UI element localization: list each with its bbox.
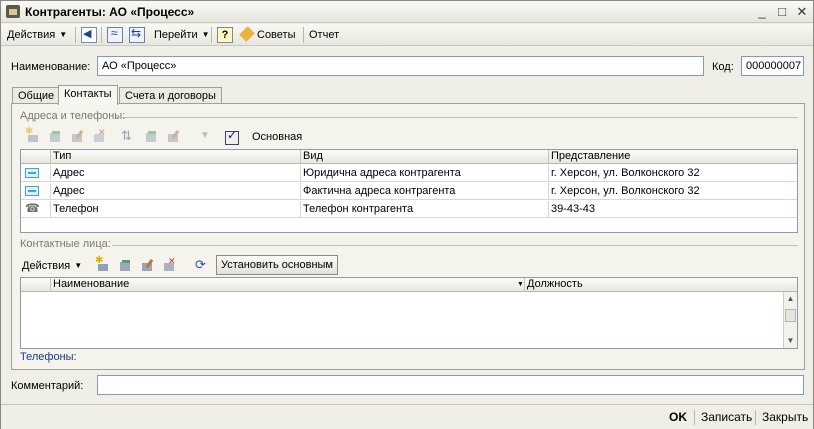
bottom-divider: [694, 410, 695, 425]
chevron-down-icon: ▼: [74, 261, 83, 271]
addresses-group-title: Адреса и телефоны:: [20, 110, 126, 122]
contacts-tab-panel: Адреса и телефоны: Основная Тип Вид Пред…: [11, 103, 805, 370]
chevron-down-icon: ▼: [59, 30, 68, 40]
toolbar-divider: [303, 27, 304, 43]
group-divider: [116, 117, 798, 118]
actions-menu-label: Действия: [7, 29, 56, 41]
table-row[interactable]: Телефон Телефон контрагента 39-43-43: [21, 201, 797, 218]
row-kind: Телефон контрагента: [301, 201, 549, 218]
table-row[interactable]: Адрес Юридична адреса контрагента г. Хер…: [21, 165, 797, 182]
sort-down-icon: ▼: [517, 281, 524, 288]
tab-contacts[interactable]: Контакты: [58, 85, 118, 105]
tips-button[interactable]: Советы: [257, 27, 295, 43]
filter-settings-icon[interactable]: [166, 130, 180, 144]
actions-menu-button[interactable]: Действия ▼: [7, 27, 67, 43]
goto-menu-label: Перейти: [154, 29, 198, 41]
header-position[interactable]: Должность: [525, 278, 785, 292]
header-icon-column: [21, 150, 51, 164]
contacts-group-title: Контактные лица:: [20, 238, 111, 250]
window-icon: [6, 5, 20, 18]
name-field[interactable]: АО «Процесс»: [97, 56, 704, 76]
toolbar: Действия▼ Перейти▼ ? Советы Отчет: [1, 24, 813, 46]
toolbar-divider: [211, 27, 212, 43]
scroll-thumb[interactable]: [785, 309, 796, 322]
tab-general[interactable]: Общие: [12, 87, 61, 104]
header-icon-column: [21, 278, 51, 292]
group-divider: [112, 245, 798, 246]
contacts-table: Наименование ▼ Должность ▲ ▼: [20, 277, 798, 349]
row-icon-cell: [21, 201, 51, 218]
add-row-icon[interactable]: [25, 126, 40, 144]
header-representation[interactable]: Представление: [549, 150, 797, 164]
row-kind: Юридична адреса контрагента: [301, 165, 549, 182]
clear-filter-icon[interactable]: [198, 130, 212, 144]
row-representation: г. Херсон, ул. Волконского 32: [551, 167, 700, 179]
copy-row-icon[interactable]: [48, 130, 62, 144]
contacts-actions-menu-button[interactable]: Действия ▼: [22, 258, 82, 274]
bottom-bar: OK Записать Закрыть: [1, 404, 813, 429]
delete-row-icon[interactable]: [92, 127, 106, 144]
phone-icon: [25, 201, 40, 216]
minimize-button[interactable]: _: [753, 4, 771, 20]
contacts-scrollbar[interactable]: ▲ ▼: [783, 292, 797, 348]
contacts-actions-label: Действия: [22, 260, 71, 272]
phones-label: Телефоны:: [20, 351, 77, 363]
save-button[interactable]: Записать: [701, 410, 752, 424]
addresses-table-header: Тип Вид Представление: [21, 150, 797, 164]
report-button[interactable]: Отчет: [309, 27, 339, 43]
window-title: Контрагенты: АО «Процесс»: [25, 5, 195, 19]
row-icon-cell: [21, 183, 51, 200]
address-icon: [25, 186, 39, 196]
chevron-down-icon: ▼: [201, 30, 210, 40]
delete-contact-icon[interactable]: [162, 256, 176, 273]
code-label: Код:: [712, 61, 734, 73]
close-button[interactable]: Закрыть: [762, 410, 808, 424]
switch-icon[interactable]: [129, 26, 145, 43]
set-main-contact-button[interactable]: Установить основным: [216, 255, 338, 275]
close-window-button[interactable]: ✕: [793, 4, 811, 20]
tab-accounts-contracts[interactable]: Счета и договоры: [119, 87, 222, 104]
copy-contact-icon[interactable]: [118, 259, 132, 273]
tips-icon: [239, 27, 255, 43]
contacts-table-header: Наименование ▼ Должность: [21, 278, 797, 292]
ok-button[interactable]: OK: [669, 410, 687, 424]
edit-contact-icon[interactable]: [140, 259, 154, 273]
comment-label: Комментарий:: [11, 380, 84, 392]
scroll-up-icon[interactable]: ▲: [784, 292, 797, 305]
main-address-button[interactable]: Основная: [252, 131, 302, 143]
edit-row-icon[interactable]: [70, 130, 84, 144]
name-label: Наименование:: [11, 61, 91, 73]
structure-icon[interactable]: [107, 26, 123, 43]
goto-menu-button[interactable]: Перейти ▼: [154, 27, 210, 43]
row-kind: Фактична адреса контрагента: [301, 183, 549, 200]
table-row[interactable]: Адрес Фактична адреса контрагента г. Хер…: [21, 183, 797, 200]
row-icon-cell: [21, 165, 51, 182]
maximize-button[interactable]: □: [773, 4, 791, 20]
add-contact-icon[interactable]: [95, 255, 110, 273]
toolbar-divider: [101, 27, 102, 43]
help-button[interactable]: ?: [217, 27, 233, 43]
title-bar: Контрагенты: АО «Процесс» _ □ ✕: [1, 1, 813, 23]
address-icon: [25, 168, 39, 178]
row-type: Адрес: [51, 183, 301, 200]
header-name[interactable]: Наименование: [51, 278, 525, 292]
row-type: Адрес: [51, 165, 301, 182]
bottom-divider: [755, 410, 756, 425]
toolbar-divider: [75, 27, 76, 43]
header-kind[interactable]: Вид: [301, 150, 549, 164]
filter-by-value-icon[interactable]: [144, 130, 158, 144]
code-field[interactable]: 000000007: [741, 56, 804, 76]
row-representation: г. Херсон, ул. Волконского 32: [551, 185, 700, 197]
comment-field[interactable]: [97, 375, 804, 395]
row-type: Телефон: [51, 201, 301, 218]
scroll-down-icon[interactable]: ▼: [784, 334, 797, 347]
header-type[interactable]: Тип: [51, 150, 301, 164]
row-representation: 39-43-43: [551, 203, 596, 215]
sort-icon[interactable]: [120, 128, 134, 144]
refresh-icon[interactable]: [194, 257, 208, 273]
contractor-window: Контрагенты: АО «Процесс» _ □ ✕ Действия…: [0, 0, 814, 429]
addresses-table: Тип Вид Представление Адрес Юридична адр…: [20, 149, 798, 233]
set-main-icon[interactable]: [224, 128, 239, 145]
go-back-icon[interactable]: [81, 27, 97, 43]
